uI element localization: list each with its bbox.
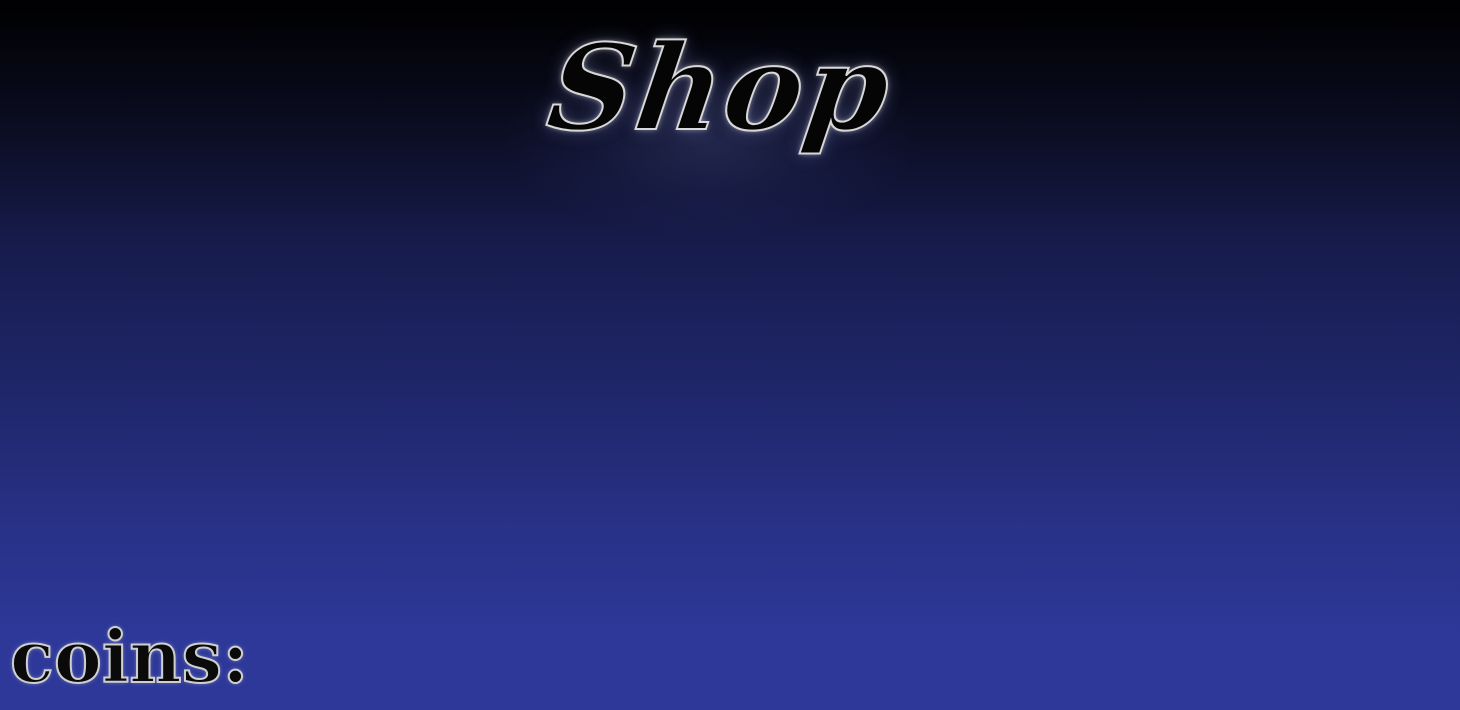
shop-title: Shop	[539, 17, 901, 158]
shop-screen: Shop coins:	[0, 0, 1460, 710]
coins-label: coins:	[9, 613, 250, 700]
coins-panel: coins:	[9, 612, 263, 702]
